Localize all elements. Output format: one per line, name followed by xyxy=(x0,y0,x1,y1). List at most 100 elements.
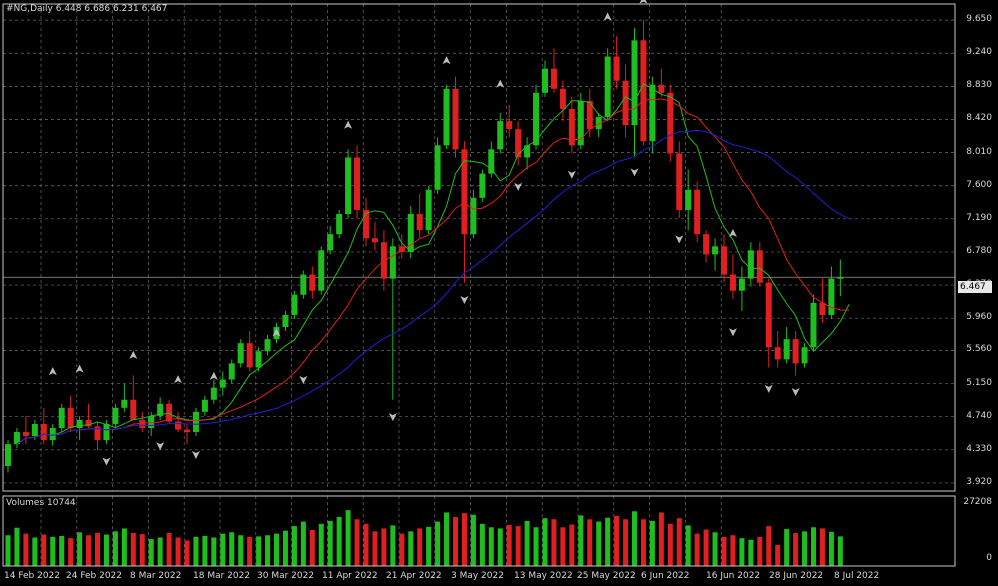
price-tick-label: 9.240 xyxy=(966,47,992,58)
candle-body xyxy=(255,351,262,368)
candle-body xyxy=(22,432,29,437)
candle-body xyxy=(76,419,83,429)
volume-bar xyxy=(417,528,423,566)
price-chart[interactable] xyxy=(0,0,998,586)
candle-body xyxy=(237,343,244,364)
candle-body xyxy=(747,250,754,279)
candle-body xyxy=(175,421,182,430)
volume-bar xyxy=(193,536,199,566)
volume-bar xyxy=(551,519,557,566)
volume-max-label: 27208 xyxy=(963,497,992,507)
candle-body xyxy=(425,189,432,231)
volume-min-label: 0 xyxy=(986,553,992,563)
candle-body xyxy=(649,84,656,142)
candle-body xyxy=(139,419,146,429)
volume-bar xyxy=(569,524,575,566)
volume-bar xyxy=(685,525,691,566)
candle-body xyxy=(524,145,531,158)
volume-bar xyxy=(184,540,190,566)
candle-body xyxy=(336,213,343,235)
candle-body xyxy=(577,100,584,146)
volume-bar xyxy=(784,529,790,566)
candle-body xyxy=(282,314,289,328)
volume-bar xyxy=(515,526,521,566)
candle-body xyxy=(40,423,47,441)
price-tick-label: 6.780 xyxy=(966,245,992,256)
volume-bar xyxy=(721,536,727,566)
volume-bar xyxy=(300,521,306,566)
volume-bar xyxy=(703,529,709,566)
candle-body xyxy=(309,274,316,291)
date-tick-label: 11 Apr 2022 xyxy=(322,571,378,581)
volume-bar xyxy=(605,517,611,566)
date-tick-label: 24 Feb 2022 xyxy=(66,571,123,581)
candle-body xyxy=(685,189,692,210)
price-tick-label: 4.740 xyxy=(966,410,992,421)
date-tick-label: 3 May 2022 xyxy=(451,571,504,581)
candle-body xyxy=(559,88,566,109)
volume-bar xyxy=(86,535,92,566)
candle-body xyxy=(264,339,271,352)
price-tick-label: 5.150 xyxy=(966,377,992,388)
candle-body xyxy=(371,238,378,243)
volume-bar xyxy=(157,537,163,566)
volume-bar xyxy=(578,515,584,566)
volume-bar xyxy=(426,526,432,566)
candle-body xyxy=(640,40,647,142)
volume-bar xyxy=(238,535,244,566)
volume-bar xyxy=(363,523,369,566)
volume-bar xyxy=(336,517,342,566)
candle-body xyxy=(201,399,208,412)
candle-body xyxy=(103,423,110,441)
volume-bar xyxy=(757,536,763,566)
candle-body xyxy=(506,121,513,130)
volume-bar xyxy=(694,533,700,566)
candle-body xyxy=(228,363,235,380)
volume-bar xyxy=(587,519,593,566)
candle-body xyxy=(604,56,611,118)
candle-body xyxy=(443,88,450,146)
volume-bar xyxy=(793,532,799,566)
date-tick-label: 30 Mar 2022 xyxy=(257,571,315,581)
candle-body xyxy=(470,197,477,235)
volume-bar xyxy=(148,539,154,566)
volume-bar xyxy=(399,533,405,566)
date-tick-label: 28 Jun 2022 xyxy=(769,571,824,581)
volume-bar xyxy=(211,537,217,566)
volume-bar xyxy=(318,523,324,566)
volume-bar xyxy=(444,512,450,566)
volume-bar xyxy=(640,519,646,566)
candle-body xyxy=(246,343,253,368)
candle-body xyxy=(121,399,128,408)
volume-bar xyxy=(5,535,11,566)
volume-bar xyxy=(274,533,279,566)
price-tick-label: 4.330 xyxy=(966,443,992,454)
candle-body xyxy=(738,278,745,291)
price-tick-label: 5.560 xyxy=(966,344,992,355)
candle-body xyxy=(819,302,826,315)
volume-bar xyxy=(291,526,297,566)
candle-body xyxy=(774,347,781,360)
volume-bar xyxy=(408,531,414,566)
volume-bar xyxy=(837,536,843,566)
candle-body xyxy=(67,407,74,429)
volume-bar xyxy=(14,527,20,566)
volume-bar xyxy=(479,523,485,566)
price-tick-label: 8.010 xyxy=(966,146,992,157)
date-tick-label: 14 Feb 2022 xyxy=(4,571,61,581)
volume-bar xyxy=(41,534,47,566)
date-tick-label: 18 Mar 2022 xyxy=(193,571,251,581)
volume-bar xyxy=(811,527,816,566)
volume-bar xyxy=(130,532,136,566)
volume-bar xyxy=(524,520,530,566)
price-tick-label: 3.920 xyxy=(966,476,992,487)
volume-bar xyxy=(497,528,503,566)
volume-bar xyxy=(649,520,655,566)
volume-bar xyxy=(775,545,781,566)
volume-bar xyxy=(766,526,772,566)
volume-bar xyxy=(542,518,548,566)
candle-body xyxy=(148,415,155,429)
candle-body xyxy=(461,149,468,235)
volume-bar xyxy=(282,530,288,566)
candle-body xyxy=(631,40,638,126)
